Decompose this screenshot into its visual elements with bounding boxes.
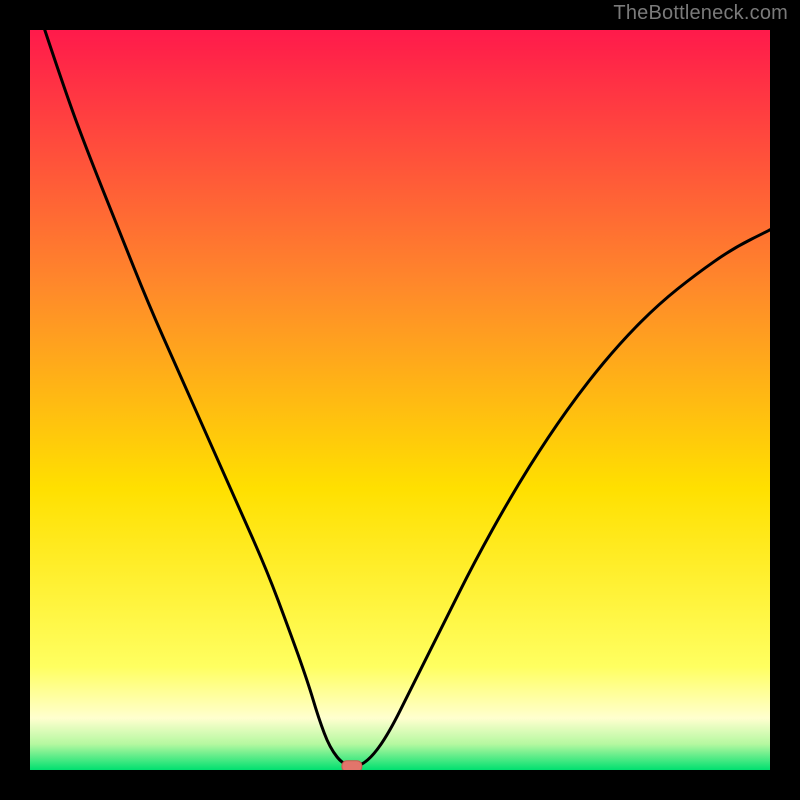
gradient-background	[30, 30, 770, 770]
plot-area	[30, 30, 770, 770]
bottleneck-chart-svg	[30, 30, 770, 770]
watermark-text: TheBottleneck.com	[613, 2, 788, 25]
chart-frame: TheBottleneck.com	[0, 0, 800, 800]
optimal-point-marker	[342, 761, 362, 770]
